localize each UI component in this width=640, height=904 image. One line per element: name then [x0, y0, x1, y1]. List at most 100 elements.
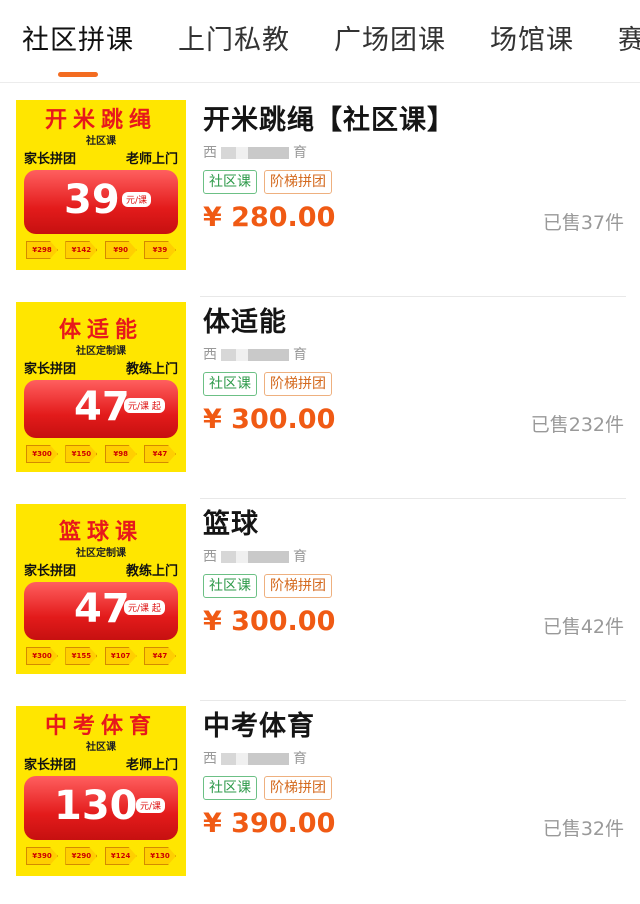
sold-count: 已售37件	[542, 212, 624, 234]
thumbnail-tag-left: 家长拼团	[24, 362, 77, 377]
thumbnail-title: 开米跳绳	[44, 108, 157, 133]
thumbnail-subtitle: 社区课	[86, 742, 116, 753]
redacted-shop-name	[221, 147, 289, 159]
product-thumbnail: 体适能 社区定制课 家长拼团 教练上门 47 元/课 起 ¥300 ¥150 ¥…	[16, 302, 186, 472]
product-thumbnail: 开米跳绳 社区课 家长拼团 老师上门 39 元/课 ¥298 ¥142 ¥90 …	[16, 100, 186, 270]
thumbnail-subtitle: 社区课	[86, 136, 116, 147]
thumbnail-price: 39	[64, 177, 120, 223]
shop-name-end: 育	[293, 145, 307, 161]
product-list: 开米跳绳 社区课 家长拼团 老师上门 39 元/课 ¥298 ¥142 ¥90 …	[0, 96, 640, 904]
step-arrow: ¥300	[26, 647, 58, 665]
step-arrow: ¥107	[104, 647, 137, 665]
thumbnail-title: 体适能	[58, 318, 143, 343]
shop-name: 西育	[203, 344, 307, 364]
shop-name: 西育	[203, 142, 307, 162]
step-arrow: ¥39	[143, 241, 176, 259]
thumbnail-step-arrows: ¥298 ¥142 ¥90 ¥39	[26, 240, 176, 260]
product-title[interactable]: 体适能	[203, 300, 287, 339]
step-arrow: ¥300	[26, 445, 58, 463]
thumbnail-tag-left: 家长拼团	[24, 152, 77, 167]
divider	[200, 296, 626, 297]
shop-name: 西育	[203, 546, 307, 566]
thumbnail-price-unit: 元/课 起	[124, 398, 165, 413]
product-thumbnail: 中考体育 社区课 家长拼团 老师上门 130 元/课 ¥390 ¥290 ¥12…	[16, 706, 186, 876]
tag-tiered-group: 阶梯拼团	[264, 170, 332, 194]
step-arrow: ¥290	[65, 847, 98, 865]
thumbnail-tag-left: 家长拼团	[24, 564, 77, 579]
redacted-shop-name	[221, 551, 289, 563]
product-price: ¥ 280.00	[203, 202, 336, 233]
redacted-shop-name	[221, 753, 289, 765]
tab-competition[interactable]: 赛	[618, 18, 640, 57]
shop-name-end: 育	[293, 347, 307, 363]
shop-name-start: 西	[203, 751, 217, 767]
thumbnail-step-arrows: ¥390 ¥290 ¥124 ¥130	[26, 846, 176, 866]
thumbnail-step-arrows: ¥300 ¥150 ¥98 ¥47	[26, 444, 176, 464]
step-arrow: ¥47	[143, 647, 176, 665]
thumbnail-tag-right: 老师上门	[125, 758, 178, 773]
shop-name-start: 西	[203, 347, 217, 363]
step-arrow: ¥142	[65, 241, 98, 259]
sold-count: 已售232件	[530, 414, 624, 436]
tag-community-class: 社区课	[203, 372, 257, 396]
tab-home-private-coach[interactable]: 上门私教	[178, 18, 290, 57]
thumbnail-title: 中考体育	[44, 714, 157, 739]
step-arrow: ¥130	[143, 847, 176, 865]
step-arrow: ¥47	[143, 445, 176, 463]
product-card[interactable]: 中考体育 社区课 家长拼团 老师上门 130 元/课 ¥390 ¥290 ¥12…	[0, 702, 640, 904]
tab-square-group-class[interactable]: 广场团课	[334, 18, 446, 57]
active-tab-indicator	[58, 72, 98, 77]
thumbnail-price-box: 47 元/课 起	[24, 582, 178, 640]
shop-name: 西育	[203, 748, 307, 768]
thumbnail-price-box: 130 元/课	[24, 776, 178, 840]
shop-name-end: 育	[293, 549, 307, 565]
shop-name-end: 育	[293, 751, 307, 767]
thumbnail-subtitle: 社区定制课	[76, 548, 126, 559]
product-price: ¥ 300.00	[203, 404, 336, 435]
thumbnail-price-unit: 元/课	[136, 798, 166, 813]
tag-tiered-group: 阶梯拼团	[264, 776, 332, 800]
thumbnail-price: 130	[54, 783, 138, 829]
product-thumbnail: 篮球课 社区定制课 家长拼团 教练上门 47 元/课 起 ¥300 ¥155 ¥…	[16, 504, 186, 674]
tag-community-class: 社区课	[203, 776, 257, 800]
thumbnail-tag-right: 老师上门	[125, 152, 178, 167]
product-card[interactable]: 体适能 社区定制课 家长拼团 教练上门 47 元/课 起 ¥300 ¥150 ¥…	[0, 298, 640, 500]
shop-name-start: 西	[203, 145, 217, 161]
product-card[interactable]: 篮球课 社区定制课 家长拼团 教练上门 47 元/课 起 ¥300 ¥155 ¥…	[0, 500, 640, 702]
tag-tiered-group: 阶梯拼团	[264, 574, 332, 598]
thumbnail-price: 47	[74, 384, 130, 430]
step-arrow: ¥155	[65, 647, 98, 665]
thumbnail-subtitle: 社区定制课	[76, 346, 126, 357]
category-tabs: 社区拼课 上门私教 广场团课 场馆课 赛	[0, 0, 640, 83]
thumbnail-tag-left: 家长拼团	[24, 758, 77, 773]
tag-tiered-group: 阶梯拼团	[264, 372, 332, 396]
tag-community-class: 社区课	[203, 170, 257, 194]
tab-community-group-class[interactable]: 社区拼课	[22, 18, 134, 57]
step-arrow: ¥90	[104, 241, 137, 259]
step-arrow: ¥98	[104, 445, 137, 463]
sold-count: 已售42件	[542, 616, 624, 638]
tag-community-class: 社区课	[203, 574, 257, 598]
thumbnail-title: 篮球课	[58, 520, 143, 545]
product-title[interactable]: 开米跳绳【社区课】	[203, 98, 455, 137]
step-arrow: ¥150	[65, 445, 98, 463]
thumbnail-tag-right: 教练上门	[125, 362, 178, 377]
divider	[200, 498, 626, 499]
product-title[interactable]: 中考体育	[203, 704, 315, 743]
thumbnail-price-unit: 元/课	[122, 192, 152, 207]
product-price: ¥ 300.00	[203, 606, 336, 637]
shop-name-start: 西	[203, 549, 217, 565]
product-card[interactable]: 开米跳绳 社区课 家长拼团 老师上门 39 元/课 ¥298 ¥142 ¥90 …	[0, 96, 640, 298]
thumbnail-price-box: 47 元/课 起	[24, 380, 178, 438]
step-arrow: ¥390	[26, 847, 58, 865]
thumbnail-tag-right: 教练上门	[125, 564, 178, 579]
divider	[200, 700, 626, 701]
step-arrow: ¥124	[104, 847, 137, 865]
product-price: ¥ 390.00	[203, 808, 336, 839]
step-arrow: ¥298	[26, 241, 58, 259]
sold-count: 已售32件	[542, 818, 624, 840]
thumbnail-price: 47	[74, 586, 130, 632]
tab-venue-class[interactable]: 场馆课	[490, 18, 574, 57]
product-title[interactable]: 篮球	[203, 502, 259, 541]
thumbnail-step-arrows: ¥300 ¥155 ¥107 ¥47	[26, 646, 176, 666]
